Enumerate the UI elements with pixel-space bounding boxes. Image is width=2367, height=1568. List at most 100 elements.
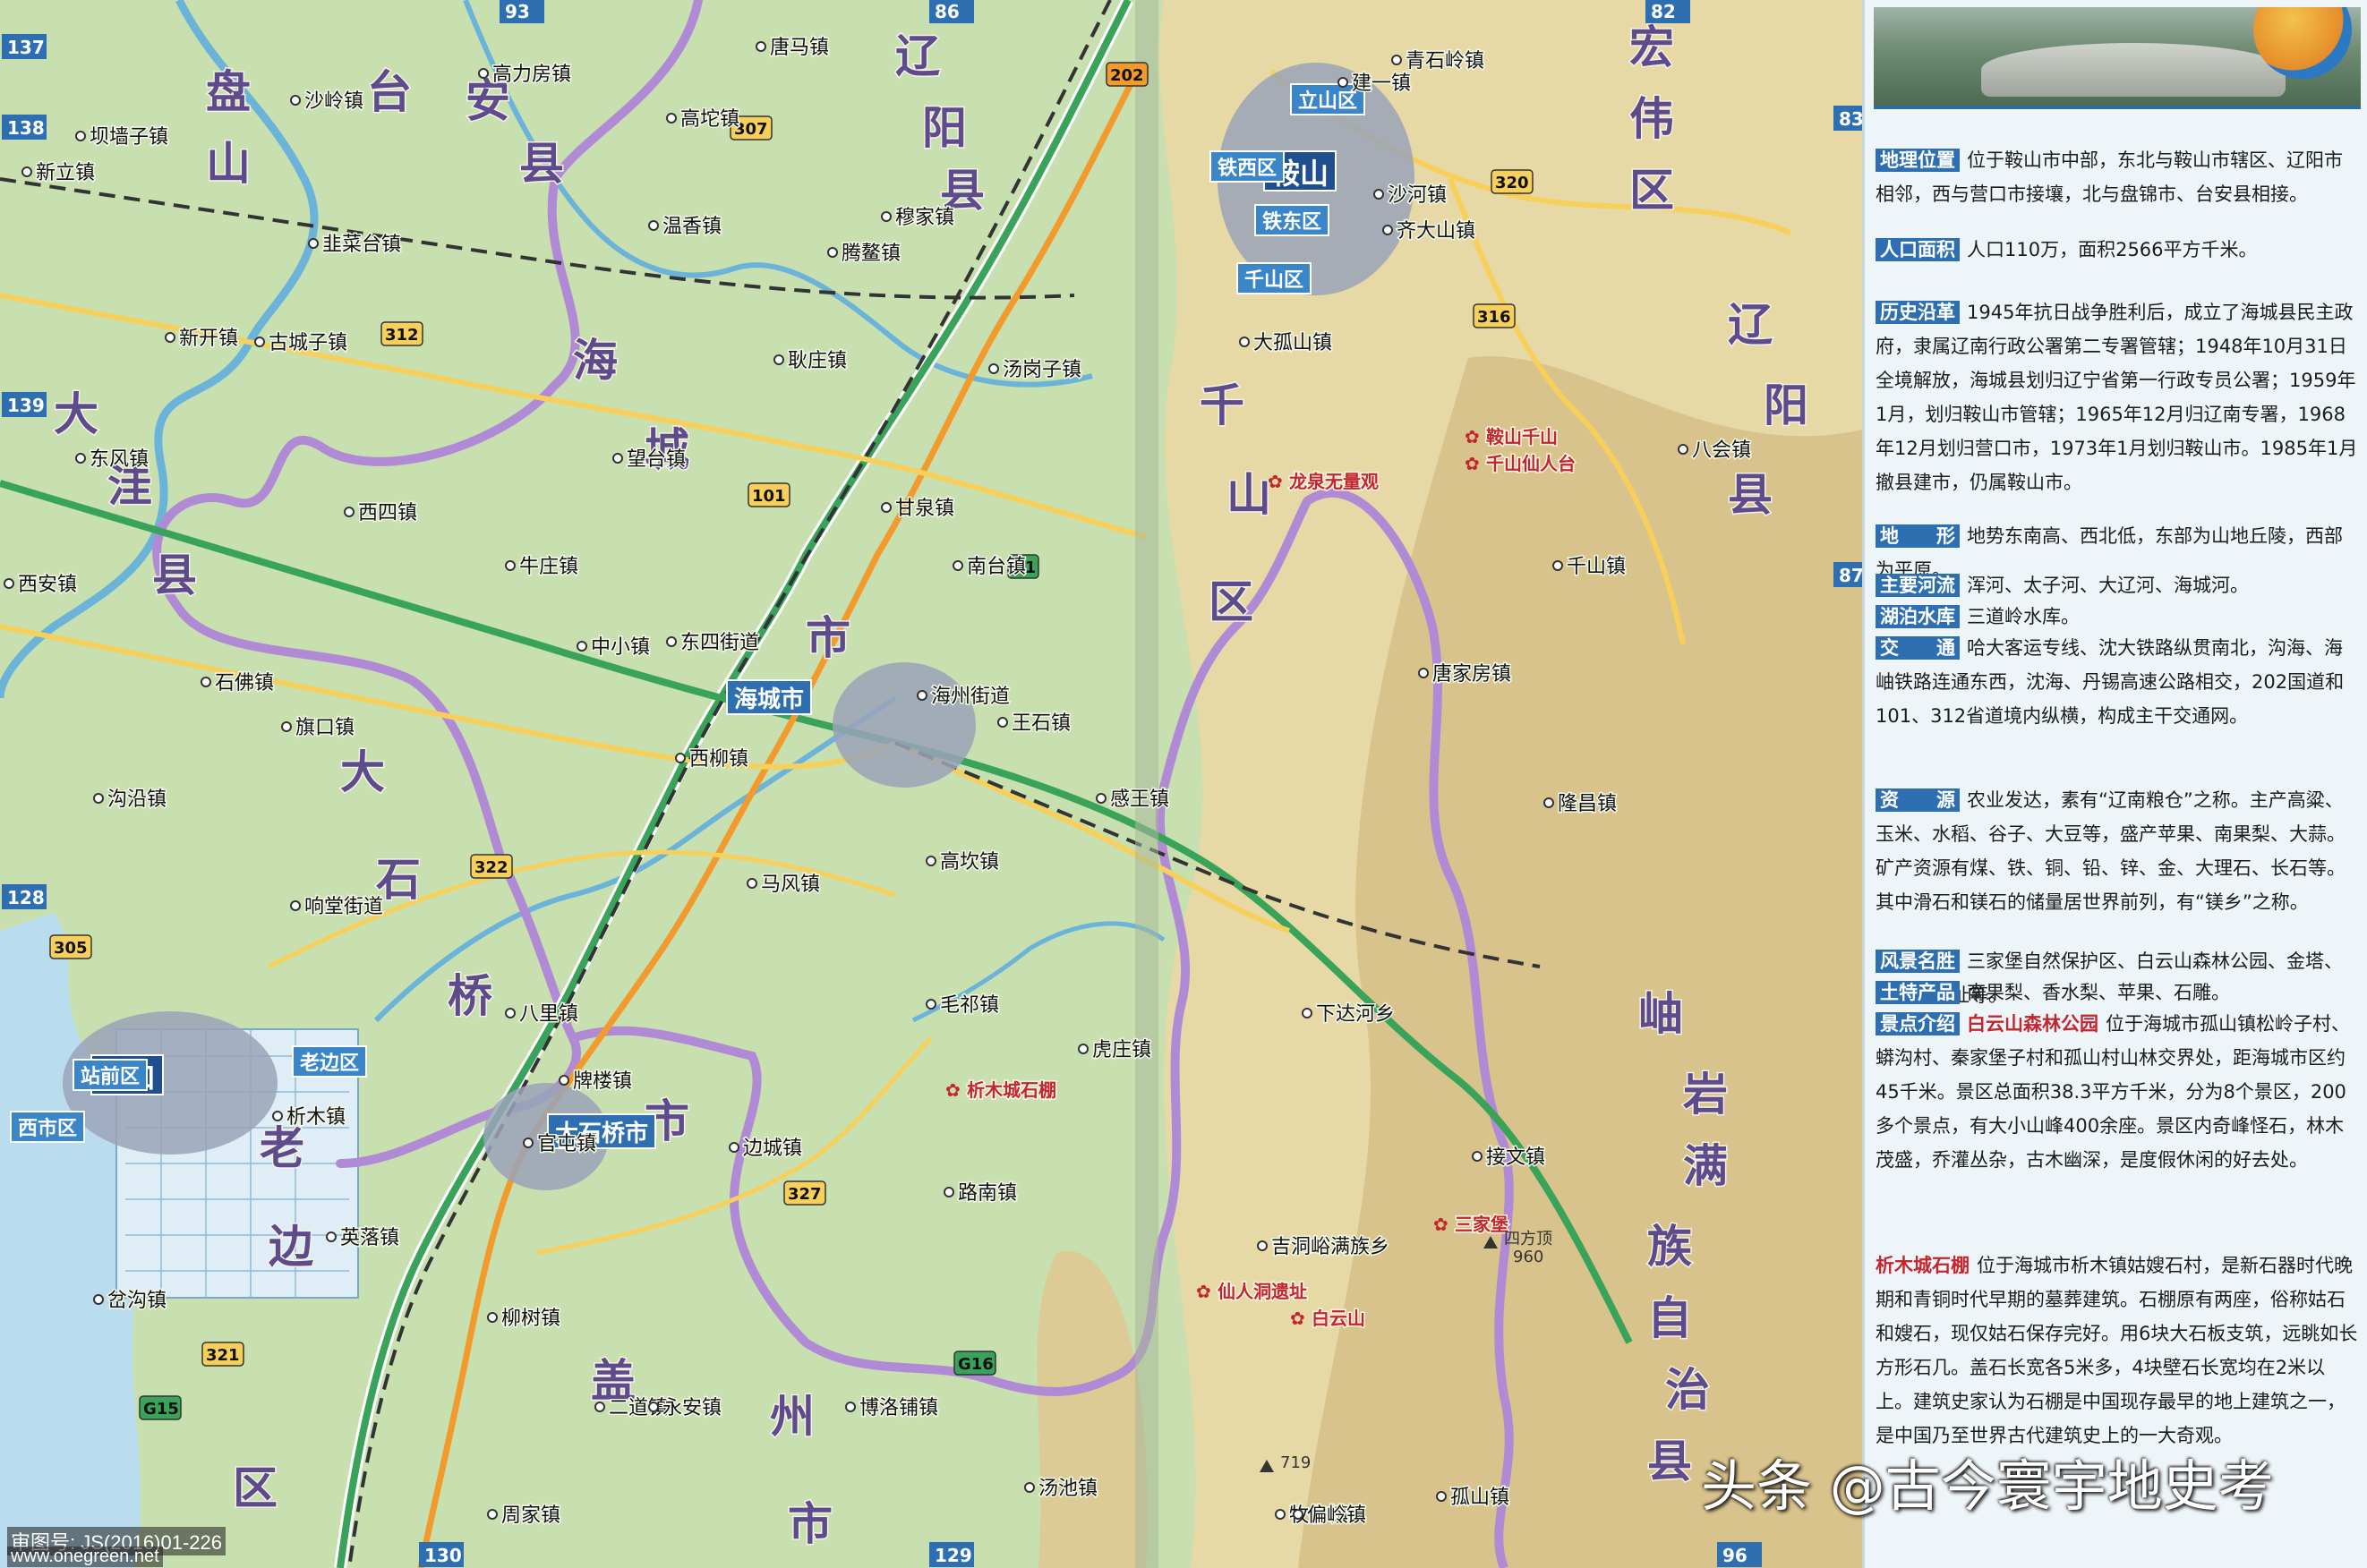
town-marker: [1096, 793, 1107, 804]
region-label: 县: [1728, 469, 1773, 521]
town-label: 腾鳌镇: [842, 243, 901, 265]
town-marker: [594, 1402, 605, 1412]
info-entry-text: 位于海城市析木镇姑嫂石村，是新石器时代晚期和青铜时代早期的墓葬建筑。石棚原有两座…: [1876, 1255, 2358, 1446]
town-label: 齐大山镇: [1397, 220, 1475, 243]
town-label: 西柳镇: [689, 748, 748, 771]
town-label: 望台镇: [627, 448, 686, 471]
map-canvas[interactable]: 盘山台 安县辽阳县宏伟区大洼县海城市千山区辽阳县岫岩满族自治县大石桥市老边区盖州市…: [0, 0, 1862, 1568]
info-entry-label: 景点介绍: [1876, 1012, 1960, 1035]
town-label: 周家镇: [501, 1504, 560, 1527]
town-marker: [75, 453, 86, 464]
town-label: 虎庄镇: [1092, 1039, 1151, 1061]
town-marker: [505, 560, 516, 571]
site-url: www.onegreen.net: [7, 1547, 163, 1567]
info-entry: 析木城石棚 位于海城市析木镇姑嫂石村，是新石器时代晚期和青铜时代早期的墓葬建筑。石…: [1876, 1248, 2359, 1453]
town-marker: [1418, 668, 1429, 678]
region-label: 伟: [1629, 93, 1674, 145]
page-number: 138: [7, 117, 45, 139]
town-label: 唐马镇: [770, 37, 829, 59]
info-entry: 地理位置 位于鞍山市中部，东北与鞍山市辖区、辽阳市相邻，西与营口市接壤，北与盘锦市…: [1876, 143, 2359, 211]
town-label: 海州街道: [931, 686, 1010, 708]
town-marker: [612, 453, 623, 464]
town-marker: [666, 113, 677, 124]
town-marker: [648, 1402, 659, 1412]
town-marker: [648, 220, 659, 231]
town-marker: [487, 1312, 498, 1323]
town-marker: [308, 238, 319, 249]
town-label: 柳树镇: [501, 1308, 560, 1330]
town-marker: [290, 900, 301, 911]
info-entry-label: 交 通: [1876, 636, 1960, 660]
town-marker: [881, 211, 892, 222]
town-marker: [478, 68, 489, 79]
route-320: 320: [1495, 174, 1529, 192]
town-label: 马风镇: [761, 873, 820, 896]
town-marker: [1337, 77, 1348, 88]
town-marker: [523, 1138, 534, 1148]
info-entry-text: 1945年抗日战争胜利后，成立了海城县民主政府，隶属辽南行政公署第二专署管辖；1…: [1876, 302, 2358, 493]
info-entry: 资 源农业发达，素有“辽南粮仓”之称。主产高粱、玉米、水稻、谷子、大豆等，盛产苹…: [1876, 783, 2359, 919]
page-number: 130: [424, 1545, 462, 1566]
peak-label: 960: [1513, 1248, 1543, 1266]
region-label: 族: [1647, 1221, 1692, 1273]
town-marker: [1257, 1240, 1268, 1251]
region-label: 山: [206, 138, 251, 190]
info-entry-label: 资 源: [1876, 788, 1960, 812]
town-marker: [201, 677, 211, 687]
town-label: 高坎镇: [940, 851, 999, 873]
town-marker: [756, 41, 766, 52]
page-crease: [1135, 0, 1158, 1568]
town-label: 隆昌镇: [1558, 793, 1617, 815]
scenic-icon: ✿: [1465, 426, 1480, 447]
town-marker: [1078, 1044, 1089, 1054]
town-marker: [505, 1008, 516, 1018]
town-marker: [944, 1187, 954, 1197]
town-marker: [926, 856, 936, 866]
town-label: 古城子镇: [269, 332, 347, 354]
town-marker: [254, 337, 265, 347]
info-entry-text: 浑河、太子河、大辽河、海城河。: [1967, 575, 2249, 596]
info-entry: 土特产品 南果梨、香水梨、苹果、石雕。: [1876, 976, 2359, 1010]
town-label: 毛祁镇: [940, 994, 999, 1017]
town-label: 青石岭镇: [1406, 50, 1484, 72]
town-label: 高坨镇: [680, 108, 739, 131]
region-label: 阳: [922, 102, 967, 154]
town-label: 新开镇: [179, 328, 238, 350]
town-label: 牛庄镇: [519, 556, 578, 578]
town-marker: [827, 247, 838, 258]
watermark: 头条 @古今寰宇地史考: [1701, 1453, 2274, 1519]
town-marker: [1275, 1509, 1286, 1520]
town-marker: [675, 753, 686, 763]
region-label: 辽: [895, 30, 940, 82]
town-label: 感王镇: [1110, 788, 1169, 811]
region-label: 老: [260, 1122, 304, 1174]
scenic-photo: [1874, 7, 2361, 109]
scenic-label: 千山仙人台: [1486, 453, 1576, 474]
town-label: 接文镇: [1486, 1146, 1545, 1169]
info-entry: 人口面积 人口110万，面积2566平方千米。: [1876, 233, 2359, 267]
route-316: 316: [1477, 308, 1511, 327]
town-marker: [559, 1075, 569, 1086]
town-label: 下达河乡: [1316, 1003, 1395, 1026]
page-number: 96: [1722, 1545, 1747, 1566]
scenic-icon: ✿: [945, 1079, 961, 1101]
town-label: 二道镇: [609, 1397, 668, 1419]
town-marker: [1436, 1491, 1447, 1502]
photo-stone: [1981, 43, 2286, 97]
town-label: 东四街道: [680, 632, 759, 654]
scenic-icon: ✿: [1465, 453, 1480, 474]
page-number: 128: [7, 887, 45, 908]
page-number: 137: [7, 37, 45, 58]
town-marker: [1543, 797, 1554, 808]
route-321: 321: [206, 1346, 240, 1365]
info-entry-subtitle: 析木城石棚: [1876, 1255, 1970, 1276]
region-label: 县: [1647, 1436, 1692, 1487]
town-label: 沙河镇: [1388, 184, 1447, 207]
page-number: 139: [7, 395, 45, 416]
region-label: 山: [1226, 469, 1271, 521]
town-label: 孤山镇: [1450, 1487, 1509, 1509]
info-entry-label: 主要河流: [1876, 574, 1960, 597]
town-marker: [281, 721, 292, 732]
town-label: 析木镇: [286, 1106, 346, 1129]
town-label: 旗口镇: [295, 717, 355, 739]
